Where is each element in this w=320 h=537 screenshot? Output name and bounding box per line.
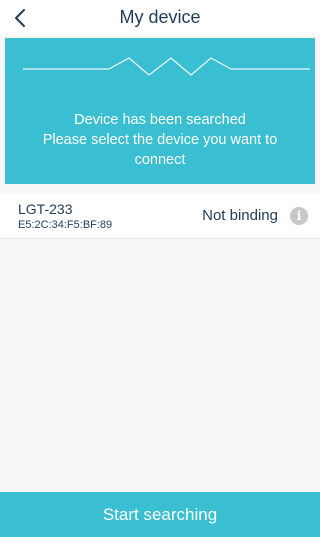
page-title: My device <box>119 7 201 27</box>
header-bar: My device <box>0 0 320 36</box>
banner-line-2: Please select the device you want to con… <box>42 132 278 168</box>
chevron-left-icon <box>15 9 25 27</box>
device-list-item[interactable]: LGT-233 E5:2C:34:F5:BF:89 Not binding i <box>0 194 320 239</box>
zigzag-wave-icon <box>23 57 310 76</box>
info-icon[interactable]: i <box>290 207 308 225</box>
start-searching-button[interactable]: Start searching <box>0 492 320 537</box>
app-screen: My device Device has been searched Pleas… <box>0 0 320 537</box>
banner-line-1: Device has been searched <box>74 112 246 128</box>
device-mac-address: E5:2C:34:F5:BF:89 <box>18 219 113 231</box>
search-result-banner: Device has been searched Please select t… <box>5 38 315 184</box>
device-name: LGT-233 <box>18 201 73 217</box>
banner-message: Device has been searched Please select t… <box>17 110 303 170</box>
device-binding-status: Not binding <box>202 207 278 224</box>
back-button[interactable] <box>4 2 36 34</box>
